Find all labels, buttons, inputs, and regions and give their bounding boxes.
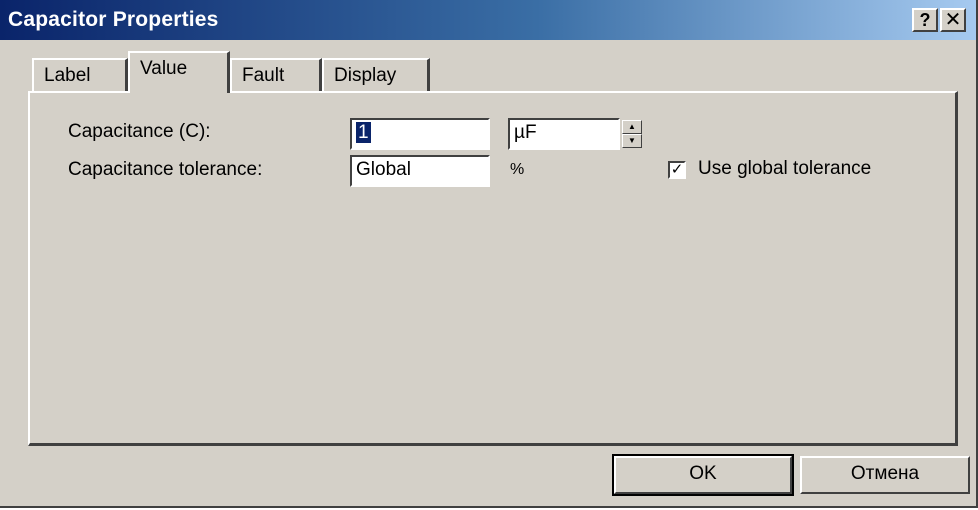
tolerance-label: Capacitance tolerance: (68, 159, 263, 180)
tab-label[interactable]: Label (32, 58, 128, 92)
title-bar[interactable]: Capacitor Properties ? ✕ (0, 0, 976, 40)
tab-fault-text: Fault (242, 65, 285, 86)
help-button[interactable]: ? (912, 8, 938, 32)
tolerance-value: Global (356, 159, 411, 180)
window-title: Capacitor Properties (8, 8, 219, 31)
capacitance-label: Capacitance (C): (68, 121, 211, 142)
spin-down-icon[interactable]: ▼ (622, 134, 642, 148)
tolerance-input[interactable]: Global (350, 155, 490, 187)
use-global-tolerance-label[interactable]: Use global tolerance (698, 158, 871, 180)
use-global-tolerance-checkbox[interactable]: ✓ (668, 161, 686, 179)
dialog-window: Capacitor Properties ? ✕ Label Value Fau… (0, 0, 978, 508)
capacitance-value: 1 (356, 122, 371, 143)
tab-display[interactable]: Display (322, 58, 430, 92)
tab-fault[interactable]: Fault (230, 58, 322, 92)
tab-label-text: Label (44, 65, 91, 86)
tolerance-percent: % (510, 161, 525, 178)
capacitance-input[interactable]: 1 (350, 118, 490, 150)
close-button[interactable]: ✕ (940, 8, 966, 32)
unit-select[interactable]: µF (508, 118, 620, 150)
check-mark-icon: ✓ (670, 161, 684, 178)
tab-display-text: Display (334, 65, 397, 86)
tab-value-text: Value (140, 58, 188, 79)
value-tab-page: Capacitance (C): 1 µF ▲ ▼ Capacitance to… (28, 91, 958, 446)
unit-value: µF (514, 122, 537, 143)
cancel-button[interactable]: Отмена (800, 456, 970, 494)
tab-value[interactable]: Value (128, 51, 230, 93)
ok-button[interactable]: OK (612, 454, 794, 496)
spin-up-icon[interactable]: ▲ (622, 120, 642, 134)
unit-spinner[interactable]: ▲ ▼ (622, 120, 642, 148)
